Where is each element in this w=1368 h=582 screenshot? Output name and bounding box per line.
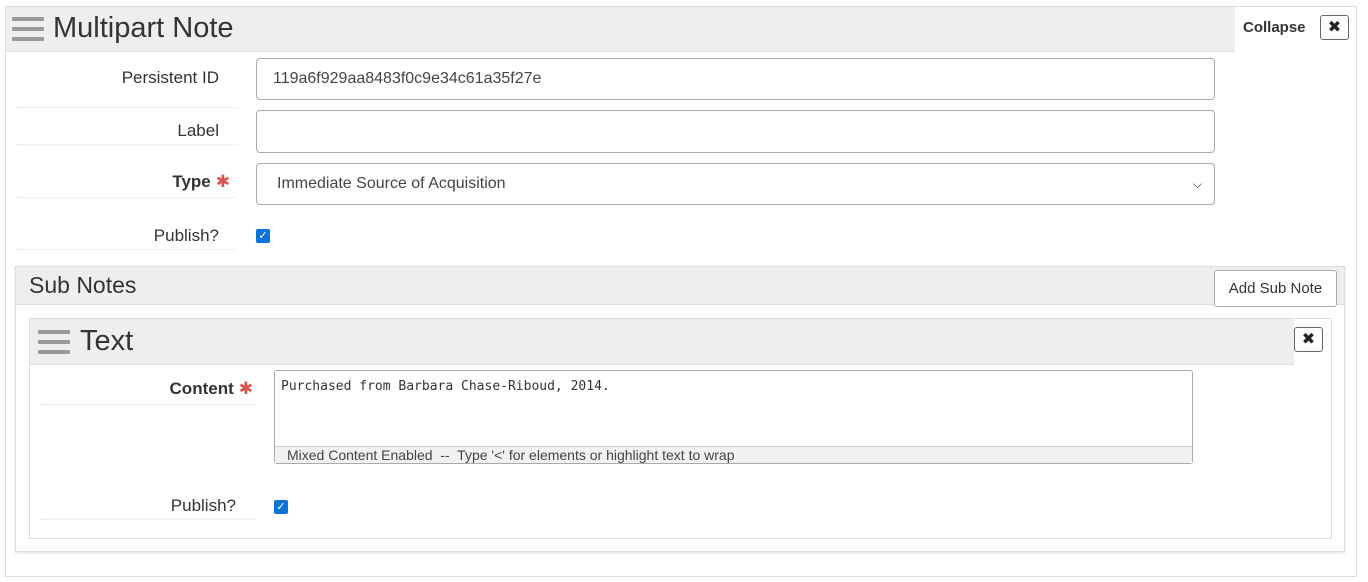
publish-checkbox[interactable]: ✓ (256, 229, 270, 243)
drag-handle-icon[interactable] (12, 17, 44, 47)
checkmark-icon: ✓ (276, 501, 286, 513)
persistent-id-label: Persistent ID (16, 68, 236, 108)
drag-handle-icon[interactable] (38, 330, 70, 360)
publish-label: Publish? (16, 226, 236, 250)
remove-note-button[interactable]: ✖ (1320, 15, 1349, 40)
content-value: Purchased from Barbara Chase-Riboud, 201… (281, 379, 610, 394)
subnote-publish-label: Publish? (40, 496, 256, 520)
multipart-note-title: Multipart Note (53, 12, 234, 44)
text-subnote-title: Text (80, 325, 134, 357)
mixed-content-hint: Mixed Content Enabled -- Type '<' for el… (275, 446, 1192, 463)
collapse-button[interactable]: Collapse (1235, 15, 1314, 41)
type-selected-value: Immediate Source of Acquisition (277, 175, 506, 192)
sub-notes-title: Sub Notes (29, 272, 137, 298)
add-sub-note-button[interactable]: Add Sub Note (1214, 270, 1337, 307)
label-input[interactable] (256, 110, 1215, 153)
content-label-text: Content (169, 379, 234, 398)
type-label: Type ✱ (16, 172, 236, 198)
close-icon: ✖ (1327, 19, 1342, 36)
close-icon: ✖ (1301, 331, 1316, 348)
chevron-down-icon: ⌵ (1192, 176, 1202, 191)
remove-subnote-button[interactable]: ✖ (1294, 327, 1323, 352)
content-label: Content ✱ (40, 379, 256, 405)
required-marker: ✱ (215, 172, 230, 191)
required-marker: ✱ (238, 379, 253, 398)
subnote-publish-checkbox[interactable]: ✓ (274, 500, 288, 514)
label-field-label: Label (16, 121, 236, 145)
sub-notes-header (16, 267, 1344, 305)
text-subnote-header (30, 319, 1294, 365)
type-label-text: Type (172, 172, 211, 191)
type-select[interactable]: Immediate Source of Acquisition ⌵ (256, 163, 1215, 205)
persistent-id-input[interactable]: 119a6f929aa8483f0c9e34c61a35f27e (256, 58, 1215, 100)
persistent-id-value: 119a6f929aa8483f0c9e34c61a35f27e (273, 70, 542, 87)
checkmark-icon: ✓ (258, 230, 268, 242)
